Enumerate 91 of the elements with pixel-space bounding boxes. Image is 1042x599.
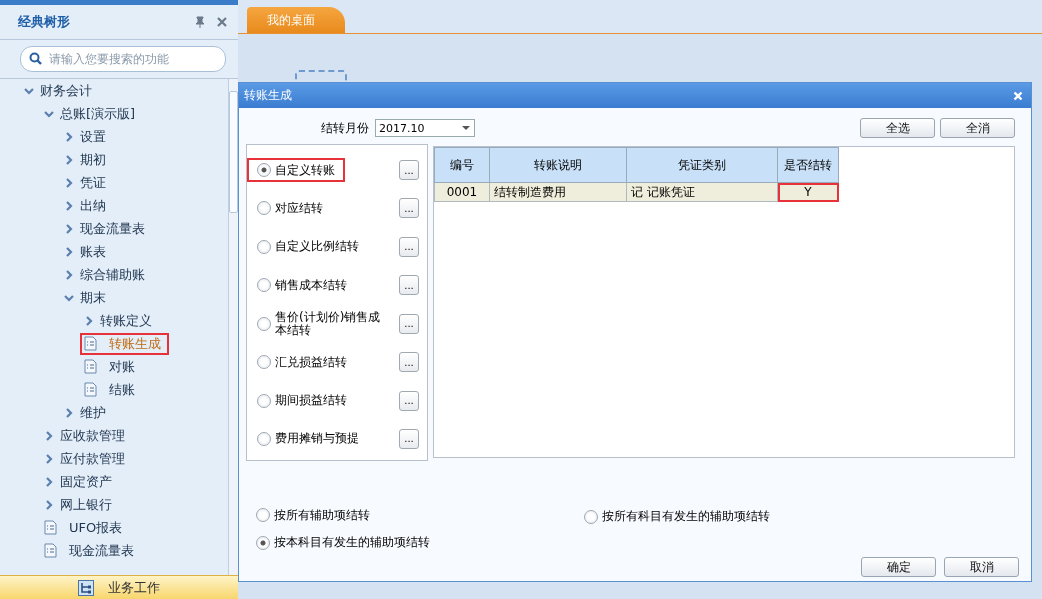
tree-item[interactable]: 凭证 xyxy=(60,171,114,194)
document-icon xyxy=(84,359,97,374)
settings-button[interactable]: ... xyxy=(399,352,419,373)
radio-icon[interactable] xyxy=(257,239,271,254)
column-header[interactable]: 凭证类别 xyxy=(626,147,778,183)
radio-icon[interactable] xyxy=(257,201,271,216)
chevron-right-icon[interactable] xyxy=(64,177,74,188)
scrollbar[interactable] xyxy=(228,79,238,575)
tree-item[interactable]: 对账 xyxy=(80,355,143,378)
settings-button[interactable]: ... xyxy=(399,428,419,449)
chevron-right-icon[interactable] xyxy=(44,453,54,464)
close-icon[interactable] xyxy=(216,16,228,28)
tree-item[interactable]: 应付款管理 xyxy=(40,447,133,470)
tree-item[interactable]: 现金流量表 xyxy=(60,217,153,240)
settings-button[interactable]: ... xyxy=(399,160,419,180)
document-icon xyxy=(44,543,57,558)
month-dropdown[interactable]: 2017.10 xyxy=(375,119,475,137)
tree-item[interactable]: 应收款管理 xyxy=(40,424,133,447)
tree-item[interactable]: 期初 xyxy=(60,148,114,171)
radio-option[interactable]: 自定义比例结转 xyxy=(247,234,369,259)
tree-item[interactable]: 账表 xyxy=(60,240,114,263)
chevron-right-icon[interactable] xyxy=(44,430,54,441)
chevron-right-icon[interactable] xyxy=(64,223,74,234)
radio-icon[interactable] xyxy=(257,393,271,408)
radio-icon[interactable] xyxy=(257,163,271,177)
tree-item[interactable]: 期末 xyxy=(60,286,114,309)
select-all-button[interactable]: 全选 xyxy=(860,118,935,138)
chevron-down-icon[interactable] xyxy=(44,108,54,119)
chevron-right-icon[interactable] xyxy=(64,154,74,165)
tree-item[interactable]: 维护 xyxy=(60,401,114,424)
radio-option[interactable]: 按本科目有发生的辅助项结转 xyxy=(256,534,584,551)
tree-item[interactable]: 设置 xyxy=(60,125,114,148)
chevron-right-icon[interactable] xyxy=(64,269,74,280)
document-icon xyxy=(84,382,97,397)
tree-item[interactable]: 财务会计 xyxy=(20,79,100,102)
chevron-right-icon[interactable] xyxy=(64,200,74,211)
chevron-right-icon[interactable] xyxy=(84,315,94,326)
radio-option[interactable]: 销售成本结转 xyxy=(247,273,357,298)
radio-option[interactable]: 按所有辅助项结转 xyxy=(256,505,584,525)
radio-icon[interactable] xyxy=(256,535,270,550)
radio-icon[interactable] xyxy=(257,355,271,370)
tree-item[interactable]: 出纳 xyxy=(60,194,114,217)
radio-icon[interactable] xyxy=(257,431,271,446)
chevron-down-icon[interactable] xyxy=(24,85,34,96)
document-icon xyxy=(44,520,57,535)
settings-button[interactable]: ... xyxy=(399,198,419,219)
chevron-right-icon[interactable] xyxy=(64,407,74,418)
tree-item[interactable]: 总账[演示版] xyxy=(40,102,144,125)
chevron-right-icon[interactable] xyxy=(64,131,74,142)
tree-structure-icon xyxy=(78,579,94,596)
tree-item[interactable]: 结账 xyxy=(80,378,143,401)
radio-icon[interactable] xyxy=(584,509,598,524)
search-field[interactable]: 请输入您要搜索的功能 xyxy=(20,46,226,72)
radio-icon[interactable] xyxy=(256,508,270,522)
tree-item[interactable]: 综合辅助账 xyxy=(60,263,153,286)
chevron-right-icon[interactable] xyxy=(44,499,54,510)
radio-option[interactable]: 汇兑损益结转 xyxy=(247,350,357,375)
dialog-title: 转账生成 xyxy=(244,87,293,104)
tree-item[interactable]: 转账定义 xyxy=(80,309,160,332)
dialog-button[interactable]: 确定 xyxy=(861,557,936,577)
search-icon xyxy=(29,52,42,65)
business-work-button[interactable]: 业务工作 xyxy=(0,575,238,599)
chevron-right-icon[interactable] xyxy=(64,246,74,257)
chevron-right-icon[interactable] xyxy=(44,476,54,487)
radio-option[interactable]: 按所有科目有发生的辅助项结转 xyxy=(584,508,1015,525)
radio-option[interactable]: 费用摊销与预提 xyxy=(247,426,369,451)
tree-item[interactable]: UFO报表 xyxy=(40,516,131,539)
column-header[interactable]: 转账说明 xyxy=(489,147,627,183)
pin-icon[interactable] xyxy=(194,16,206,28)
column-header[interactable]: 编号 xyxy=(434,147,490,183)
radio-option[interactable]: 自定义转账 xyxy=(247,158,345,182)
radio-icon[interactable] xyxy=(257,316,271,331)
settings-button[interactable]: ... xyxy=(399,313,419,334)
tree-item[interactable]: 现金流量表 xyxy=(40,539,142,562)
radio-option[interactable]: 期间损益结转 xyxy=(247,388,357,413)
radio-option[interactable]: 对应结转 xyxy=(247,196,333,221)
column-header[interactable]: 是否结转 xyxy=(777,147,839,183)
settings-button[interactable]: ... xyxy=(399,236,419,257)
deselect-all-button[interactable]: 全消 xyxy=(940,118,1015,138)
tree-item[interactable]: 网上银行 xyxy=(40,493,120,516)
settings-button[interactable]: ... xyxy=(399,275,419,296)
radio-icon[interactable] xyxy=(257,278,271,293)
settings-button[interactable]: ... xyxy=(399,390,419,411)
radio-option[interactable]: 售价(计划价)销售成本结转 xyxy=(247,305,395,342)
tree-item[interactable]: 固定资产 xyxy=(40,470,120,493)
document-icon xyxy=(84,336,97,351)
chevron-down-icon[interactable] xyxy=(64,292,74,303)
tree-item[interactable]: 转账生成 xyxy=(80,332,169,355)
field-label: 结转月份 xyxy=(321,119,369,137)
panel-title: 经典树形 xyxy=(18,13,71,31)
dialog-button[interactable]: 取消 xyxy=(944,557,1019,577)
